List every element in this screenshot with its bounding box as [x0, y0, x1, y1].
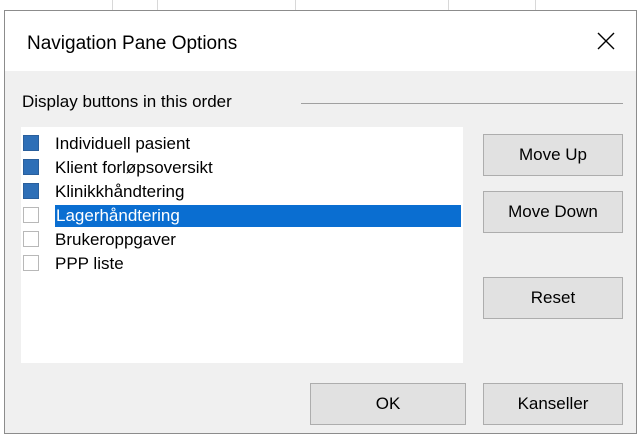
close-button[interactable] — [576, 11, 636, 71]
list-item-label: Klinikkhåndtering — [55, 182, 185, 201]
list-item[interactable]: PPP liste — [21, 253, 463, 277]
ok-button[interactable]: OK — [310, 383, 466, 425]
button-order-list[interactable]: Individuell pasient Klient forløpsoversi… — [21, 127, 463, 363]
move-down-button[interactable]: Move Down — [483, 191, 623, 233]
list-item-label: Individuell pasient — [55, 134, 191, 153]
list-item-checkbox[interactable] — [23, 183, 39, 199]
reset-button[interactable]: Reset — [483, 277, 623, 319]
list-item-label: Klient forløpsoversikt — [55, 158, 213, 177]
list-item-checkbox[interactable] — [23, 159, 39, 175]
list-item-checkbox[interactable] — [23, 231, 39, 247]
list-item-label: Brukeroppgaver — [55, 230, 176, 249]
list-item[interactable]: Klient forløpsoversikt — [21, 157, 463, 181]
list-item-checkbox[interactable] — [23, 135, 39, 151]
list-item-checkbox[interactable] — [23, 255, 39, 271]
list-item[interactable]: Individuell pasient — [21, 133, 463, 157]
list-item[interactable]: Klinikkhåndtering — [21, 181, 463, 205]
list-item-label: PPP liste — [55, 254, 124, 273]
dialog-title: Navigation Pane Options — [27, 33, 238, 54]
list-item-selected[interactable]: Lagerhåndtering — [21, 204, 463, 229]
close-icon — [597, 32, 615, 50]
list-item-label: Lagerhåndtering — [54, 204, 462, 228]
title-bar[interactable]: Navigation Pane Options — [5, 11, 636, 71]
list-item-checkbox[interactable] — [23, 207, 39, 223]
cancel-button[interactable]: Kanseller — [483, 383, 623, 425]
group-divider — [301, 103, 623, 104]
group-label: Display buttons in this order — [22, 92, 242, 112]
list-item[interactable]: Brukeroppgaver — [21, 229, 463, 253]
move-up-button[interactable]: Move Up — [483, 134, 623, 176]
navigation-pane-options-dialog: Navigation Pane Options Display buttons … — [4, 10, 637, 434]
